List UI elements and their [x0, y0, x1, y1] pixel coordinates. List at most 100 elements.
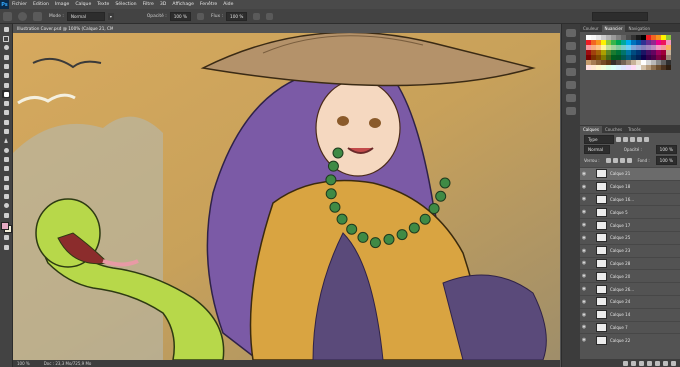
menu-item[interactable]: Fichier [9, 2, 30, 7]
menu-item[interactable]: Fenêtre [197, 2, 220, 7]
eye-icon[interactable]: ◉ [580, 209, 588, 215]
eye-icon[interactable]: ◉ [580, 184, 588, 190]
eye-icon[interactable]: ◉ [580, 273, 588, 279]
layer-style-icon[interactable] [631, 360, 636, 366]
eye-icon[interactable]: ◉ [580, 222, 588, 228]
color-swatches[interactable] [0, 221, 12, 233]
history-panel-icon[interactable] [566, 29, 576, 37]
opacity-field[interactable]: 100 % [169, 11, 192, 21]
filter-adjustment-icon[interactable] [623, 137, 628, 142]
filter-type-icon[interactable] [630, 137, 635, 142]
lock-all-icon[interactable] [626, 158, 632, 163]
new-adjustment-icon[interactable] [647, 360, 652, 366]
eye-icon[interactable]: ◉ [580, 337, 588, 343]
quick-mask-icon[interactable] [2, 234, 10, 242]
add-mask-icon[interactable] [639, 360, 644, 366]
zoom-level[interactable]: 100 % [17, 360, 30, 367]
brush-panel-toggle-icon[interactable] [33, 11, 42, 21]
new-layer-icon[interactable] [663, 360, 668, 366]
adjustments-panel-icon[interactable] [566, 68, 576, 76]
filter-shape-icon[interactable] [637, 137, 642, 142]
zoom-tool-icon[interactable] [2, 202, 10, 210]
move-tool-icon[interactable] [2, 25, 10, 33]
layer-row[interactable]: ◉ Calque 26... [580, 282, 680, 295]
menu-item[interactable]: 3D [157, 2, 169, 7]
trash-icon[interactable] [671, 360, 676, 366]
layer-row[interactable]: ◉ Calque 25 [580, 230, 680, 244]
gradient-tool-icon[interactable] [2, 128, 10, 136]
layer-row[interactable]: ◉ Calque 28 [580, 256, 680, 270]
layer-filter-kind[interactable]: Type [584, 135, 614, 144]
layer-opacity-field[interactable]: 100 % [655, 145, 677, 154]
marquee-tool-icon[interactable] [2, 35, 10, 43]
eye-icon[interactable]: ◉ [580, 299, 588, 305]
path-selection-tool-icon[interactable] [2, 174, 10, 182]
workspace-select[interactable] [592, 11, 648, 21]
brush-size-icon[interactable] [18, 11, 27, 21]
eyedropper-tool-icon[interactable] [2, 72, 10, 80]
menu-item[interactable]: Aide [220, 2, 236, 7]
blur-tool-icon[interactable] [2, 137, 10, 145]
paragraph-panel-icon[interactable] [566, 94, 576, 102]
quick-selection-tool-icon[interactable] [2, 53, 10, 61]
menu-item[interactable]: Image [52, 2, 72, 7]
brush-tool-icon[interactable] [2, 90, 10, 99]
pen-tool-icon[interactable] [2, 155, 10, 163]
layer-row[interactable]: ◉ Calque 24 [580, 294, 680, 308]
layer-row[interactable]: ◉ Calque 20 [580, 269, 680, 282]
menu-item[interactable]: Texte [94, 2, 112, 7]
hand-tool-icon[interactable] [2, 193, 10, 201]
fill-field[interactable]: 100 % [655, 156, 677, 165]
tab-calques[interactable]: Calques [580, 126, 602, 133]
eye-icon[interactable]: ◉ [580, 260, 588, 266]
eye-icon[interactable]: ◉ [580, 171, 588, 177]
layer-row[interactable]: ◉ Calque 16... [580, 192, 680, 206]
properties-panel-icon[interactable] [566, 42, 576, 50]
eye-icon[interactable]: ◉ [580, 312, 588, 318]
healing-brush-tool-icon[interactable] [2, 81, 10, 89]
lasso-tool-icon[interactable] [2, 44, 10, 52]
layer-row[interactable]: ◉ Calque 17 [580, 218, 680, 231]
more-tools-icon[interactable] [2, 211, 10, 219]
menu-item[interactable]: Affichage [169, 2, 197, 7]
menu-item[interactable]: Calque [72, 2, 94, 7]
clone-stamp-tool-icon[interactable] [2, 100, 10, 108]
eraser-tool-icon[interactable] [2, 118, 10, 126]
link-layers-icon[interactable] [623, 360, 628, 366]
flow-field[interactable]: 100 % [226, 11, 248, 21]
airbrush-icon[interactable] [253, 12, 261, 20]
filter-smart-object-icon[interactable] [644, 137, 649, 142]
chevron-down-icon[interactable]: ▾ [107, 12, 114, 20]
eye-icon[interactable]: ◉ [580, 248, 588, 254]
eye-icon[interactable]: ◉ [580, 324, 588, 330]
tab-trac-s[interactable]: Tracés [625, 126, 644, 133]
info-panel-icon[interactable] [566, 107, 576, 115]
tab-couches[interactable]: Couches [602, 126, 625, 133]
layer-row[interactable]: ◉ Calque 21 [580, 167, 680, 180]
foreground-color-swatch[interactable] [1, 221, 9, 230]
new-group-icon[interactable] [655, 360, 660, 366]
eye-icon[interactable]: ◉ [580, 286, 588, 292]
document-tab[interactable]: Illustration Cover.psd @ 100% (Calque 21… [13, 24, 113, 33]
tab-couleur[interactable]: Couleur [580, 25, 602, 32]
lock-pixels-icon[interactable] [612, 158, 618, 163]
layer-row[interactable]: ◉ Calque 14 [580, 307, 680, 321]
color-swatch[interactable] [666, 65, 671, 70]
tab-navigation[interactable]: Navigation [625, 25, 653, 32]
screen-mode-icon[interactable] [2, 243, 10, 251]
lock-position-icon[interactable] [619, 158, 625, 163]
brush-panel-icon[interactable] [566, 55, 576, 63]
lock-transparency-icon[interactable] [605, 158, 611, 163]
layer-row[interactable]: ◉ Calque 7 [580, 320, 680, 334]
tab-nuancier[interactable]: Nuancier [601, 25, 626, 32]
history-brush-tool-icon[interactable] [2, 109, 10, 117]
layer-row[interactable]: ◉ Calque 5 [580, 205, 680, 218]
layer-row[interactable]: ◉ Calque 22 [580, 333, 680, 346]
filter-pixel-icon[interactable] [616, 137, 621, 142]
layer-row[interactable]: ◉ Calque 23 [580, 243, 680, 257]
blend-mode-select[interactable]: Normal [584, 145, 610, 154]
mode-select[interactable]: Normal [66, 11, 105, 21]
eye-icon[interactable]: ◉ [580, 235, 588, 241]
pressure-opacity-icon[interactable] [197, 12, 205, 20]
layer-row[interactable]: ◉ Calque 18 [580, 179, 680, 193]
